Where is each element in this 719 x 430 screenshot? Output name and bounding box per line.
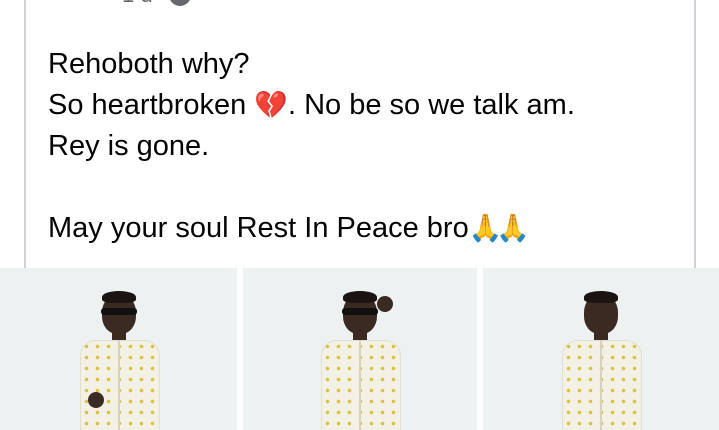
post-line-3: Rey is gone.: [48, 130, 210, 162]
person-figure: [74, 291, 164, 430]
photo-grid: [0, 268, 719, 430]
post-line-2-rest: . No be so we talk am.: [287, 89, 575, 121]
post-meta: 1 d: [122, 0, 191, 8]
broken-heart-emoji: 💔: [254, 90, 288, 121]
post-text: Rehoboth why? So heartbroken 💔. No be so…: [48, 44, 575, 249]
globe-icon[interactable]: [168, 0, 191, 6]
post-line-2-text: So heartbroken: [48, 89, 255, 121]
person-figure: [315, 291, 405, 430]
post-line-2: So heartbroken 💔. No be so we talk am.: [48, 85, 575, 126]
post-time[interactable]: 1 d: [122, 0, 153, 8]
photo-2[interactable]: [243, 268, 477, 430]
photo-3[interactable]: [483, 268, 719, 430]
post-blank-line: [48, 167, 575, 208]
praying-hands-emoji: 🙏🙏: [468, 213, 530, 244]
person-figure: [556, 291, 646, 430]
photo-1[interactable]: [0, 268, 237, 430]
post-line-4-text: May your soul Rest In Peace bro: [48, 212, 469, 244]
post-line-1: Rehoboth why?: [48, 48, 250, 80]
post-line-4: May your soul Rest In Peace bro🙏🙏: [48, 208, 575, 249]
